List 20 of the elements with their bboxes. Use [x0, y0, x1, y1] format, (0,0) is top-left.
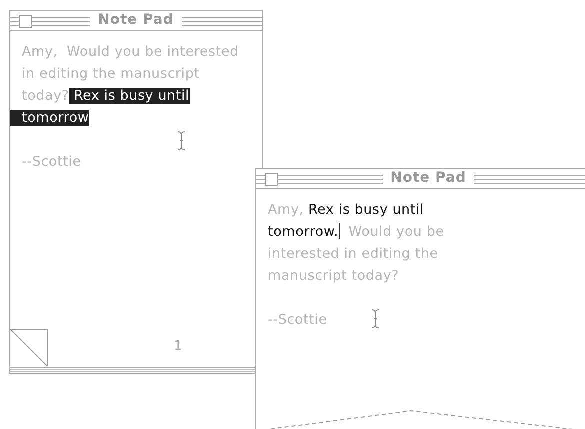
close-box[interactable] [265, 173, 278, 186]
selected-text: tomorrow [10, 110, 90, 126]
note-text: --Scottie [22, 154, 82, 170]
note-text: Would you be [348, 224, 444, 240]
note-text: Rex is busy until [307, 202, 424, 218]
selected-text: Rex is busy until [69, 88, 190, 104]
page-number: 1 [174, 339, 182, 354]
note-text: today? [22, 88, 70, 104]
close-box[interactable] [19, 15, 32, 28]
text-cursor-icon [371, 309, 380, 329]
note-text: in editing the manuscript [22, 66, 200, 82]
note-text: manuscript today? [268, 268, 400, 284]
page-corner-icon[interactable] [10, 329, 48, 367]
note-text: tomorrow. [268, 224, 339, 240]
text-cursor-icon [177, 131, 186, 151]
note-text: Amy, [268, 202, 304, 218]
insertion-caret [338, 223, 340, 239]
note-text: Amy, Would you be interested [22, 44, 239, 60]
note-text: interested in editing the [268, 246, 438, 262]
note-text: --Scottie [268, 312, 328, 328]
